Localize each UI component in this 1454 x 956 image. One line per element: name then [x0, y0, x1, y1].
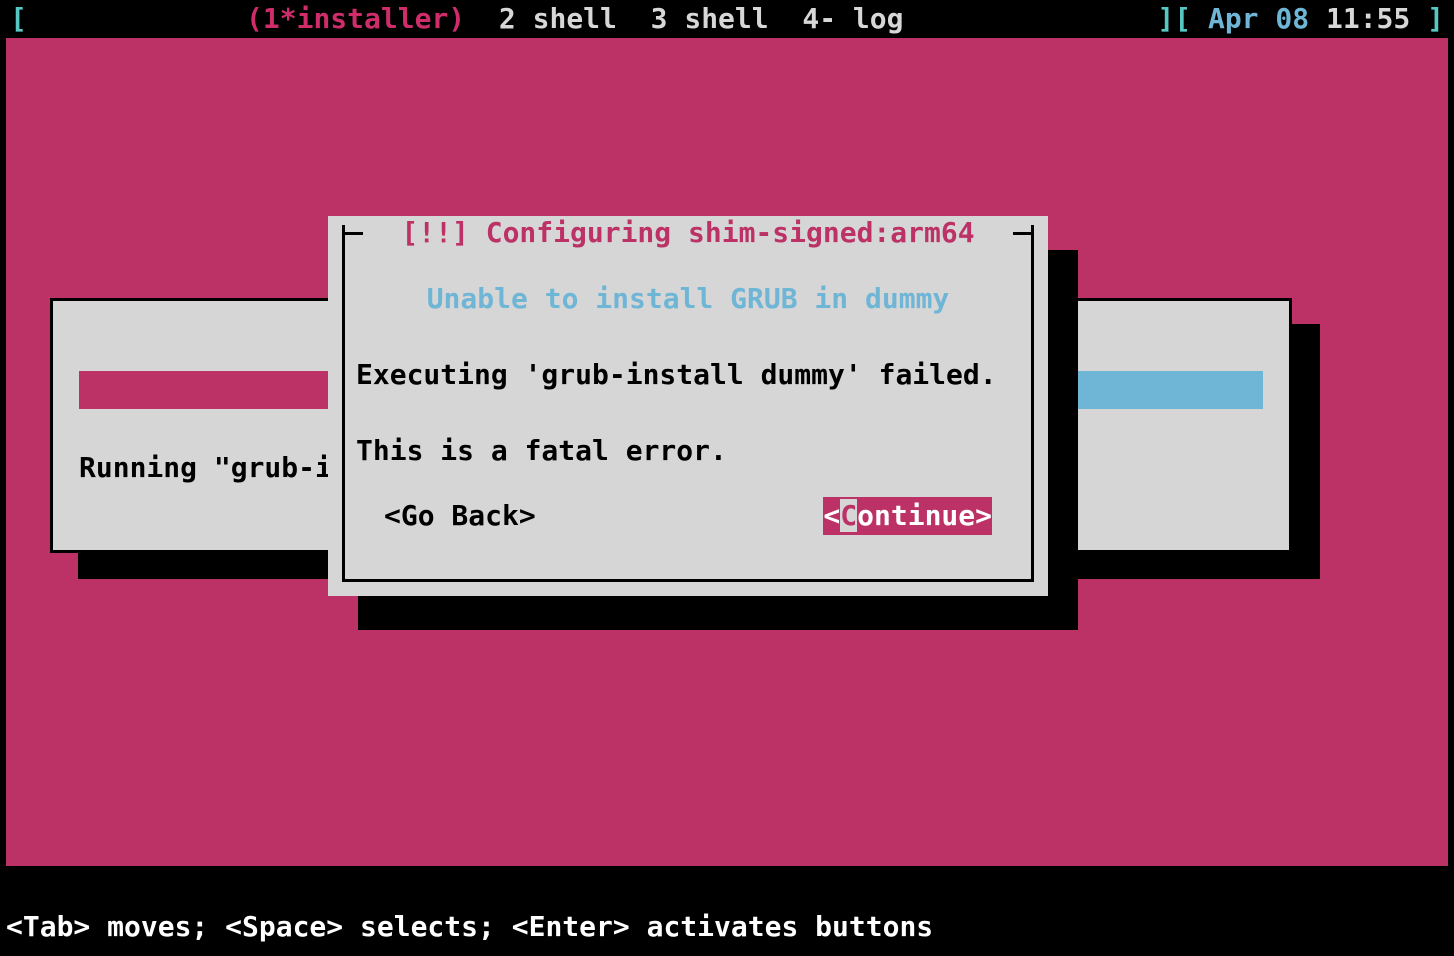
status-tab-shell-3[interactable]: 3 shell [651, 0, 769, 38]
status-bracket-right: ] [1427, 0, 1444, 38]
dialog-subtitle: Unable to install GRUB in dummy [356, 280, 1020, 318]
status-tab-installer[interactable]: (1*installer) [246, 0, 465, 38]
go-back-button[interactable]: <Go Back> [384, 497, 536, 535]
status-time: 11:55 [1326, 0, 1410, 38]
dialog-message-line1: Executing 'grub-install dummy' failed. [356, 356, 1020, 394]
status-date: Apr 08 [1208, 0, 1309, 38]
status-bracket-mid: ][ [1157, 0, 1191, 38]
dialog-title: [!!] Configuring shim-signed:arm64 [363, 214, 1013, 252]
dialog-message-line2: This is a fatal error. [356, 432, 1020, 470]
error-dialog: [!!] Configuring shim-signed:arm64 Unabl… [328, 216, 1048, 596]
status-bracket-left: [ [10, 0, 27, 38]
progress-status-text: Running "grub-i [79, 449, 332, 487]
progress-bar-filled [79, 371, 351, 409]
help-bar: <Tab> moves; <Space> selects; <Enter> ac… [6, 908, 933, 946]
continue-button[interactable]: <Continue> [823, 497, 992, 535]
status-tab-shell-2[interactable]: 2 shell [499, 0, 617, 38]
dialog-frame-top: [!!] Configuring shim-signed:arm64 [342, 232, 1034, 235]
status-bar: [ (1*installer) 2 shell 3 shell 4- log ]… [0, 0, 1454, 38]
status-tab-log[interactable]: 4- log [802, 0, 903, 38]
